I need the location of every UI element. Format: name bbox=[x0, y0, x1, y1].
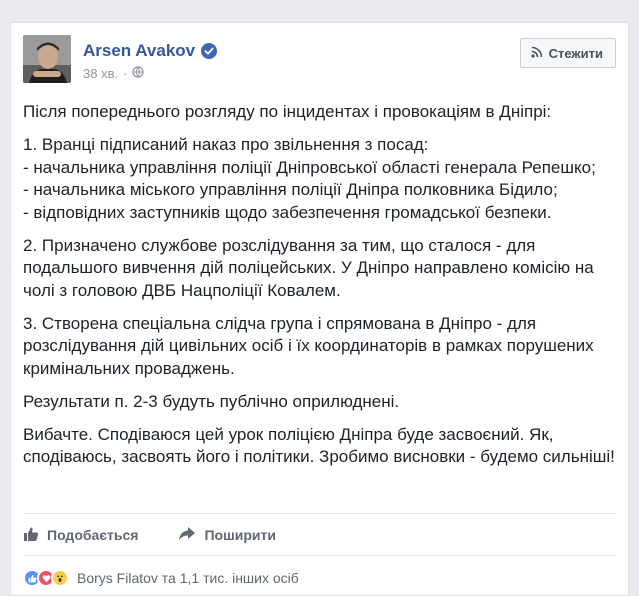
like-label: Подобається bbox=[47, 527, 139, 543]
post-card: Arsen Avakov 38 хв. · Стежити Після попе… bbox=[10, 22, 629, 596]
post-paragraph: 3. Створена спеціальна слідча група і сп… bbox=[23, 313, 594, 378]
share-arrow-icon bbox=[178, 526, 196, 545]
actions-divider-bottom bbox=[23, 555, 616, 556]
wow-reaction-icon bbox=[51, 569, 69, 587]
post-paragraph: Після попереднього розгляду по інцидента… bbox=[23, 102, 552, 121]
dot-separator: · bbox=[123, 66, 128, 81]
follow-button[interactable]: Стежити bbox=[519, 38, 616, 68]
post-header: Arsen Avakov 38 хв. · Стежити bbox=[23, 35, 616, 85]
author-avatar[interactable] bbox=[23, 35, 71, 83]
follow-label: Стежити bbox=[548, 45, 603, 61]
like-button[interactable]: Подобається bbox=[23, 522, 138, 548]
reactions-summary[interactable]: Borys Filatov та 1,1 тис. інших осіб bbox=[77, 570, 299, 586]
reactions-bar[interactable]: Borys Filatov та 1,1 тис. інших осіб bbox=[23, 567, 299, 589]
author-name[interactable]: Arsen Avakov bbox=[83, 41, 218, 61]
author-name-text[interactable]: Arsen Avakov bbox=[83, 41, 195, 61]
reaction-icons bbox=[23, 569, 69, 587]
post-actions: Подобається Поширити bbox=[23, 522, 276, 548]
share-label: Поширити bbox=[204, 527, 276, 543]
post-meta: 38 хв. · bbox=[83, 66, 145, 81]
actions-divider-top bbox=[23, 513, 616, 514]
thumbs-up-icon bbox=[23, 526, 39, 545]
post-paragraph: 2. Призначено службове розслідування за … bbox=[23, 235, 594, 300]
rss-icon bbox=[531, 46, 543, 61]
post-paragraph: Вибачте. Сподіваюся цей урок поліцією Дн… bbox=[23, 424, 615, 467]
verified-badge-icon bbox=[201, 43, 218, 59]
post-body: Після попереднього розгляду по інцидента… bbox=[23, 101, 615, 479]
share-button[interactable]: Поширити bbox=[178, 522, 276, 548]
post-paragraph: 1. Вранці підписаний наказ про звільненн… bbox=[23, 135, 596, 222]
post-paragraph: Результати п. 2-3 будуть публічно оприлю… bbox=[23, 391, 400, 411]
post-timestamp[interactable]: 38 хв. bbox=[83, 66, 118, 81]
globe-icon[interactable] bbox=[132, 66, 145, 81]
